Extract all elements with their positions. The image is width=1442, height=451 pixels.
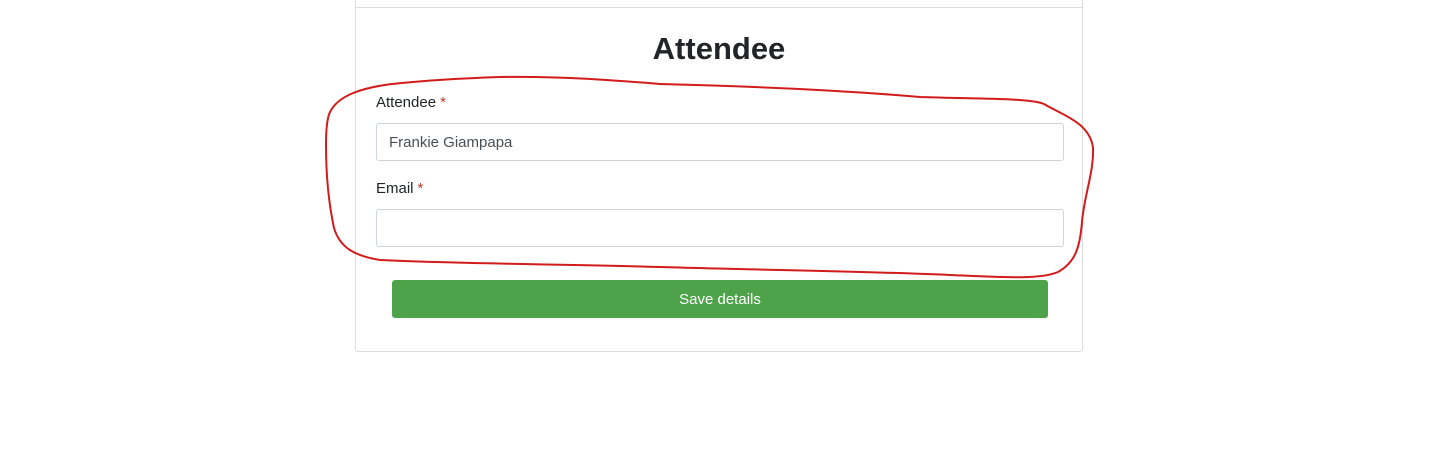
attendee-field-label: Attendee * (376, 93, 446, 113)
email-field-label: Email * (376, 179, 423, 199)
attendee-input[interactable] (376, 123, 1064, 161)
required-asterisk: * (440, 94, 446, 111)
save-details-button[interactable]: Save details (392, 280, 1048, 318)
email-label-text: Email (376, 180, 414, 197)
card-divider (356, 7, 1082, 8)
attendee-form-card: Attendee Attendee* Email* Save details (355, 0, 1083, 352)
email-input[interactable] (376, 209, 1064, 247)
attendee-label-text: Attendee (376, 94, 437, 111)
required-asterisk: * (417, 180, 424, 197)
page-title: Attendee (652, 31, 786, 66)
page: Attendee Attendee* Email* Save details (0, 0, 1442, 451)
